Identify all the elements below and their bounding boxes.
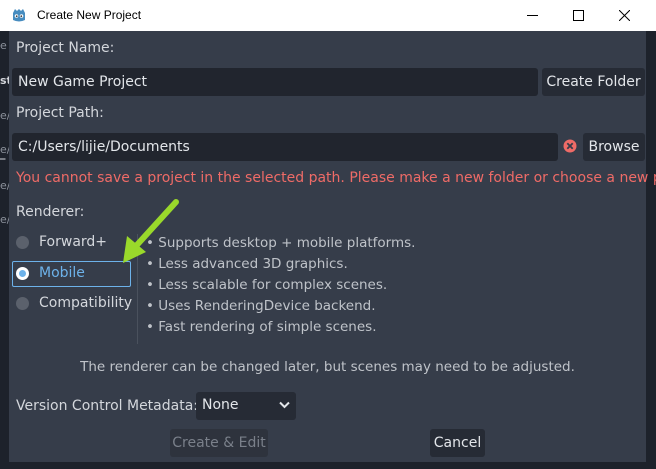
create-edit-button[interactable]: Create & Edit	[170, 429, 268, 457]
renderer-option-label: Mobile	[39, 265, 85, 281]
project-path-label: Project Path:	[16, 105, 104, 121]
renderer-option-label: Compatibility	[39, 295, 133, 311]
version-control-label: Version Control Metadata:	[16, 398, 198, 414]
background-editor-strip: e st e/ e/ _ e/ e/	[0, 31, 12, 469]
chevron-down-icon	[279, 401, 290, 409]
renderer-feature-item: • Supports desktop + mobile platforms.	[146, 235, 416, 251]
cancel-button[interactable]: Cancel	[430, 429, 485, 457]
renderer-option-label: Forward+	[39, 234, 108, 250]
renderer-feature-item: • Fast rendering of simple scenes.	[146, 319, 377, 335]
version-control-select[interactable]: None	[196, 392, 296, 420]
radio-button-off	[16, 236, 29, 249]
close-icon	[618, 10, 630, 21]
renderer-option-mobile[interactable]: Mobile	[12, 261, 131, 287]
create-project-window: Create New Project e st e/ e/ _ e/ e/ Pr…	[0, 0, 656, 469]
background-text: e	[0, 39, 7, 52]
project-path-input[interactable]: C:/Users/lijie/Documents	[12, 133, 558, 161]
background-editor-right	[646, 31, 656, 469]
renderer-option-forward-plus[interactable]: Forward+	[12, 230, 131, 256]
maximize-icon	[572, 10, 584, 21]
create-folder-button[interactable]: Create Folder	[542, 68, 645, 96]
radio-button-on	[16, 267, 29, 280]
maximize-button[interactable]	[555, 0, 601, 31]
minimize-icon	[526, 15, 538, 16]
renderer-label: Renderer:	[16, 204, 85, 220]
renderer-separator	[137, 234, 138, 344]
radio-button-off	[16, 297, 29, 310]
window-title: Create New Project	[37, 8, 142, 22]
renderer-feature-item: • Less scalable for complex scenes.	[146, 277, 388, 293]
version-control-selected: None	[202, 397, 239, 413]
renderer-option-compatibility[interactable]: Compatibility	[12, 291, 133, 317]
renderer-change-hint: The renderer can be changed later, but s…	[80, 359, 575, 375]
browse-button[interactable]: Browse	[583, 133, 645, 161]
background-text: _	[0, 147, 6, 160]
background-editor-bottom	[0, 462, 656, 469]
dialog-body: Project Name: New Game Project Create Fo…	[9, 31, 656, 462]
renderer-feature-item: • Uses RenderingDevice backend.	[146, 298, 376, 314]
minimize-button[interactable]	[509, 0, 555, 31]
error-x-circle-icon	[563, 139, 577, 153]
close-button[interactable]	[601, 0, 647, 31]
godot-app-icon	[13, 9, 25, 22]
renderer-feature-item: • Less advanced 3D graphics.	[146, 256, 348, 272]
project-name-input[interactable]: New Game Project	[12, 68, 538, 96]
path-error-message: You cannot save a project in the selecte…	[16, 170, 656, 186]
project-name-label: Project Name:	[16, 40, 115, 56]
title-bar[interactable]: Create New Project	[0, 0, 656, 31]
